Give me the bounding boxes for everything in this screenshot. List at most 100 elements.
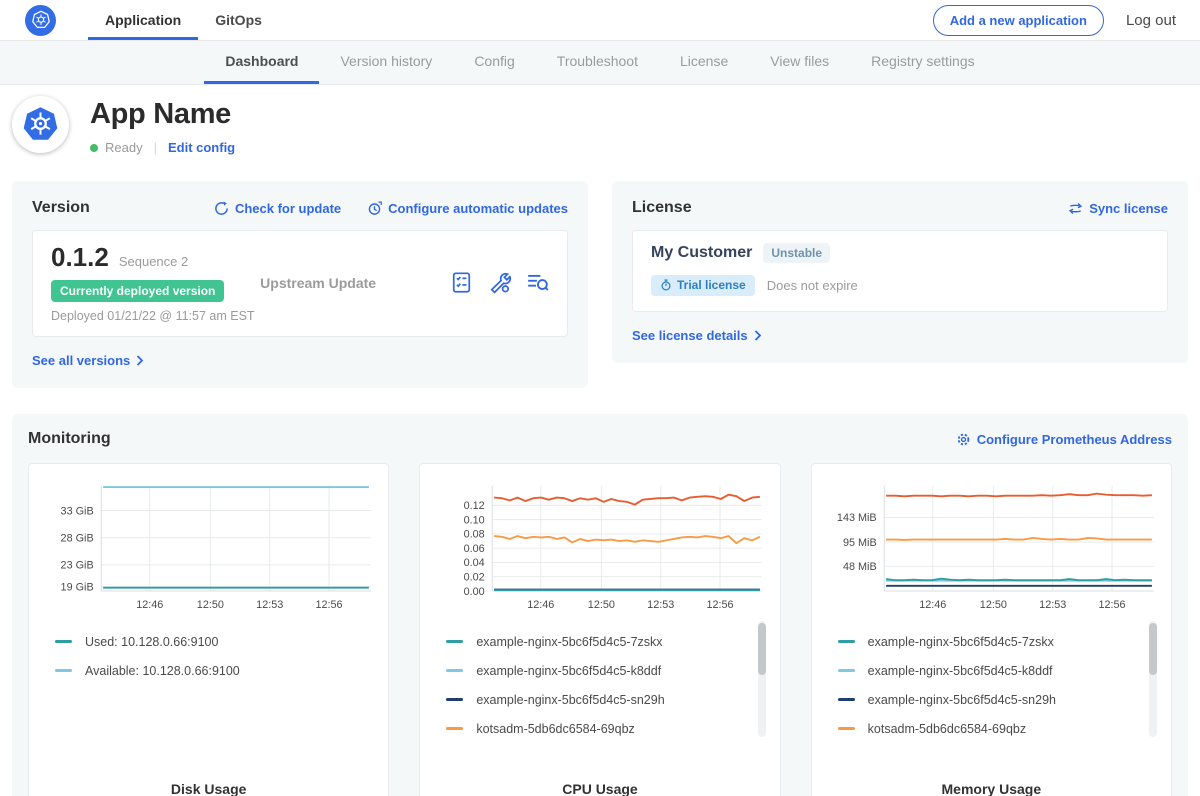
check-for-update-link[interactable]: Check for update [214,201,341,216]
version-card-title: Version [32,199,90,217]
svg-text:0.02: 0.02 [464,572,485,584]
preflight-checks-icon[interactable] [450,271,473,294]
legend-label: example-nginx-5bc6f5d4c5-7zskx [868,635,1054,649]
version-source-label: Upstream Update [260,275,450,291]
svg-text:0.08: 0.08 [464,529,485,541]
svg-text:12:46: 12:46 [528,599,555,611]
tab-version-history[interactable]: Version history [319,41,453,84]
legend-item: kotsadm-5db6dc6584-69qbz [838,714,1161,743]
see-all-versions-label: See all versions [32,353,130,368]
chevron-right-icon [136,355,144,366]
legend-scrollbar-thumb[interactable] [758,623,766,675]
svg-text:12:46: 12:46 [919,599,946,611]
stopwatch-icon [660,279,672,291]
sync-license-label: Sync license [1089,201,1168,216]
expiry-text: Does not expire [767,278,858,293]
svg-text:12:56: 12:56 [1098,599,1125,611]
cpu-usage-legend: example-nginx-5bc6f5d4c5-7zskx example-n… [430,617,769,773]
see-license-details-link[interactable]: See license details [632,328,762,343]
tab-troubleshoot[interactable]: Troubleshoot [536,41,659,84]
memory-usage-card: 48 MiB95 MiB143 MiB12:4612:5012:5312:56 … [811,463,1172,796]
legend-label: kotsadm-5db6dc6584-69qbz [868,722,1026,736]
nav-item-gitops-label: GitOps [215,12,262,28]
tab-config[interactable]: Config [453,41,535,84]
trial-license-label: Trial license [677,278,746,292]
configure-automatic-updates-link[interactable]: Configure automatic updates [367,201,568,216]
disk-usage-chart: 19 GiB23 GiB28 GiB33 GiB12:4612:5012:531… [39,476,378,617]
chart-title: Memory Usage [822,773,1161,796]
legend-scrollbar[interactable] [758,621,766,737]
legend-label: example-nginx-5bc6f5d4c5-k8ddf [868,664,1053,678]
svg-text:12:56: 12:56 [707,599,734,611]
deploy-logs-icon[interactable] [526,271,549,294]
logout-button[interactable]: Log out [1126,12,1176,29]
nav-item-application[interactable]: Application [88,0,198,40]
tab-dashboard[interactable]: Dashboard [204,41,319,84]
sync-arrows-icon [1068,201,1083,216]
add-application-button[interactable]: Add a new application [933,5,1104,36]
svg-text:12:50: 12:50 [197,599,224,611]
app-header: App Name Ready | Edit config [0,85,1200,175]
legend-scrollbar-thumb[interactable] [1149,623,1157,675]
sync-license-link[interactable]: Sync license [1068,201,1168,216]
deployed-timestamp: Deployed 01/21/22 @ 11:57 am EST [51,309,260,323]
tab-license[interactable]: License [659,41,749,84]
config-wrench-icon[interactable] [488,271,511,294]
license-details-card: My Customer Unstable Trial license [632,230,1168,312]
nav-item-gitops[interactable]: GitOps [198,0,279,40]
configure-automatic-updates-label: Configure automatic updates [388,201,568,216]
legend-label: example-nginx-5bc6f5d4c5-k8ddf [476,664,661,678]
top-nav-items: Application GitOps [88,0,279,40]
configure-prometheus-link[interactable]: Configure Prometheus Address [956,432,1172,447]
svg-text:19 GiB: 19 GiB [61,581,94,593]
legend-dash [446,669,463,672]
legend-item: example-nginx-5bc6f5d4c5-sn29h [446,685,769,714]
legend-item: example-nginx-5bc6f5d4c5-7zskx [446,627,769,656]
gear-icon [956,432,971,447]
svg-text:23 GiB: 23 GiB [61,560,94,572]
currently-deployed-badge: Currently deployed version [51,280,224,302]
legend-item: example-nginx-5bc6f5d4c5-7zskx [838,627,1161,656]
legend-scrollbar[interactable] [1149,621,1157,737]
svg-text:95 MiB: 95 MiB [843,537,877,549]
legend-item: kotsadm-5db6dc6584-69qbz [446,714,769,743]
legend-dash [838,698,855,701]
nav-item-application-label: Application [105,12,181,28]
trial-license-badge: Trial license [651,275,755,296]
legend-label: example-nginx-5bc6f5d4c5-7zskx [476,635,662,649]
legend-item: example-nginx-5bc6f5d4c5-k8ddf [838,656,1161,685]
monitoring-section: Monitoring Configure Prometheus Address … [12,414,1188,796]
svg-text:12:50: 12:50 [588,599,615,611]
edit-config-link[interactable]: Edit config [168,140,235,155]
current-version-card: 0.1.2 Sequence 2 Currently deployed vers… [32,230,568,337]
legend-label: Used: 10.128.0.66:9100 [85,635,218,649]
app-tab-bar: Dashboard Version history Config Trouble… [0,41,1200,85]
legend-dash [838,669,855,672]
legend-dash [838,727,855,730]
top-nav: Application GitOps Add a new application… [0,0,1200,41]
svg-text:0.04: 0.04 [464,557,485,569]
tab-view-files[interactable]: View files [749,41,850,84]
chart-title: Disk Usage [39,773,378,796]
svg-text:33 GiB: 33 GiB [61,505,94,517]
legend-dash [838,640,855,643]
see-license-details-label: See license details [632,328,748,343]
svg-text:12:53: 12:53 [648,599,675,611]
sequence-label: Sequence 2 [119,254,188,269]
customer-name: My Customer [651,244,752,262]
tab-registry-settings[interactable]: Registry settings [850,41,995,84]
ready-status-label: Ready [105,140,143,155]
legend-dash [55,640,72,643]
svg-text:12:46: 12:46 [136,599,163,611]
cpu-usage-card: 0.000.020.040.060.080.100.1212:4612:5012… [419,463,780,796]
version-number: 0.1.2 [51,242,109,273]
svg-text:12:53: 12:53 [1039,599,1066,611]
svg-text:12:50: 12:50 [979,599,1006,611]
schedule-update-icon [367,201,382,216]
legend-dash [446,640,463,643]
svg-text:12:56: 12:56 [315,599,342,611]
see-all-versions-link[interactable]: See all versions [32,353,144,368]
check-for-update-label: Check for update [235,201,341,216]
chart-title: CPU Usage [430,773,769,796]
ready-status-dot [90,144,98,152]
